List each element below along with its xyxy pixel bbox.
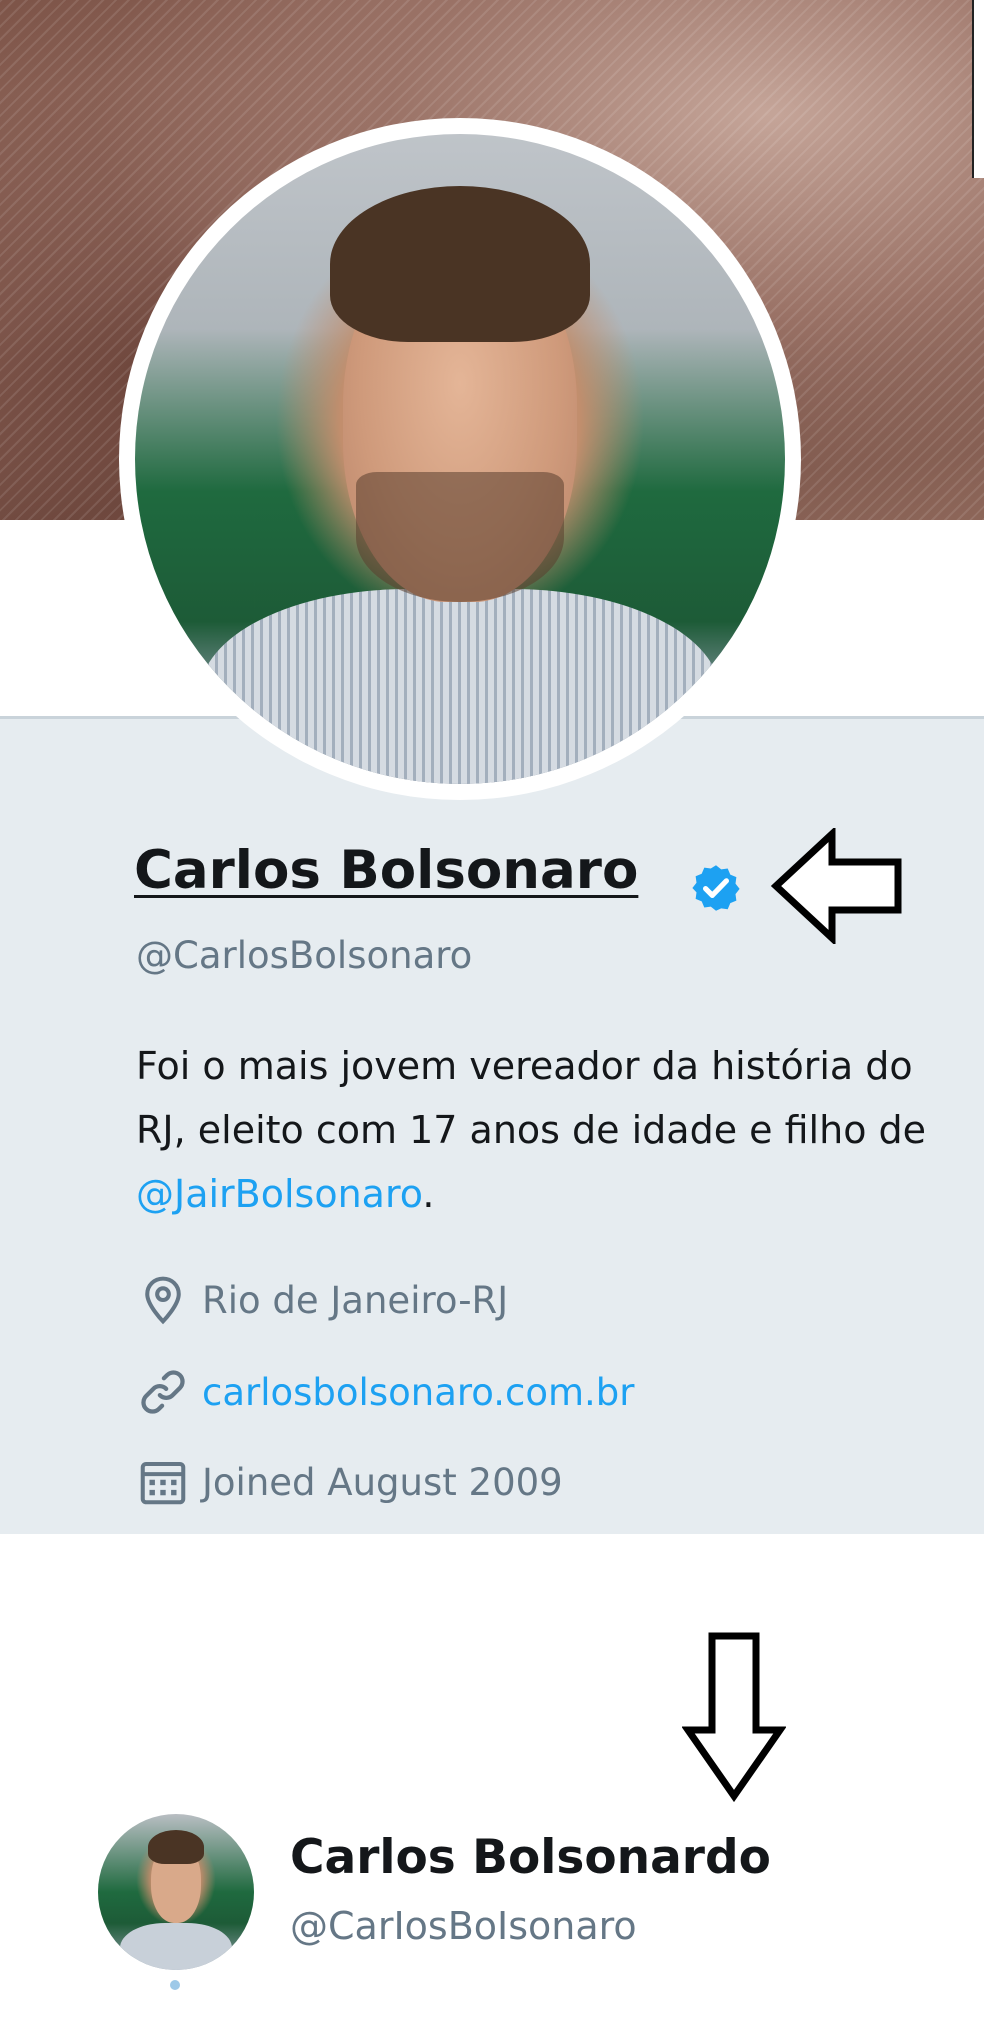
link-icon [141,1370,185,1414]
avatar-hair [330,186,590,342]
calendar-icon [140,1461,186,1505]
profile-handle: @CarlosBolsonaro [136,934,473,977]
impostor-avatar-hair [147,1829,205,1864]
down-arrow-icon [682,1632,786,1802]
banner-edge [972,0,984,178]
avatar-photo [135,134,785,784]
impostor-name[interactable]: Carlos Bolsonardo [290,1830,771,1885]
impostor-handle: @CarIosBoIsonaro [290,1904,637,1948]
bio-line-1: Foi o mais jovem vereador da história do [136,1044,913,1088]
bio-line-3: @JairBolsonaro. [136,1162,984,1226]
profile-avatar[interactable] [119,118,801,800]
impostor-avatar-shirt [119,1923,233,1970]
bio-suffix: . [422,1172,435,1216]
avatar-shirt [200,589,720,784]
impostor-avatar[interactable] [98,1814,254,1970]
bio-line-2: RJ, eleito com 17 anos de idade e filho … [136,1108,927,1152]
impostor-avatar-indicator [170,1980,180,1990]
location-pin-icon [145,1276,181,1325]
bio-mention-link[interactable]: @JairBolsonaro [136,1172,422,1216]
joined-text: Joined August 2009 [202,1460,563,1504]
location-text: Rio de Janeiro-RJ [202,1278,509,1322]
verified-badge-icon [692,865,740,911]
avatar-beard [356,472,564,602]
profile-location: Rio de Janeiro-RJ [136,1270,508,1330]
left-arrow-icon [770,828,902,944]
profile-joined-date: Joined August 2009 [136,1452,563,1512]
profile-bio: Foi o mais jovem vereador da história do… [136,1034,984,1226]
profile-website: carlosbolsonaro.com.br [136,1362,635,1422]
website-link[interactable]: carlosbolsonaro.com.br [202,1371,635,1414]
profile-name[interactable]: Carlos Bolsonaro [134,840,638,901]
